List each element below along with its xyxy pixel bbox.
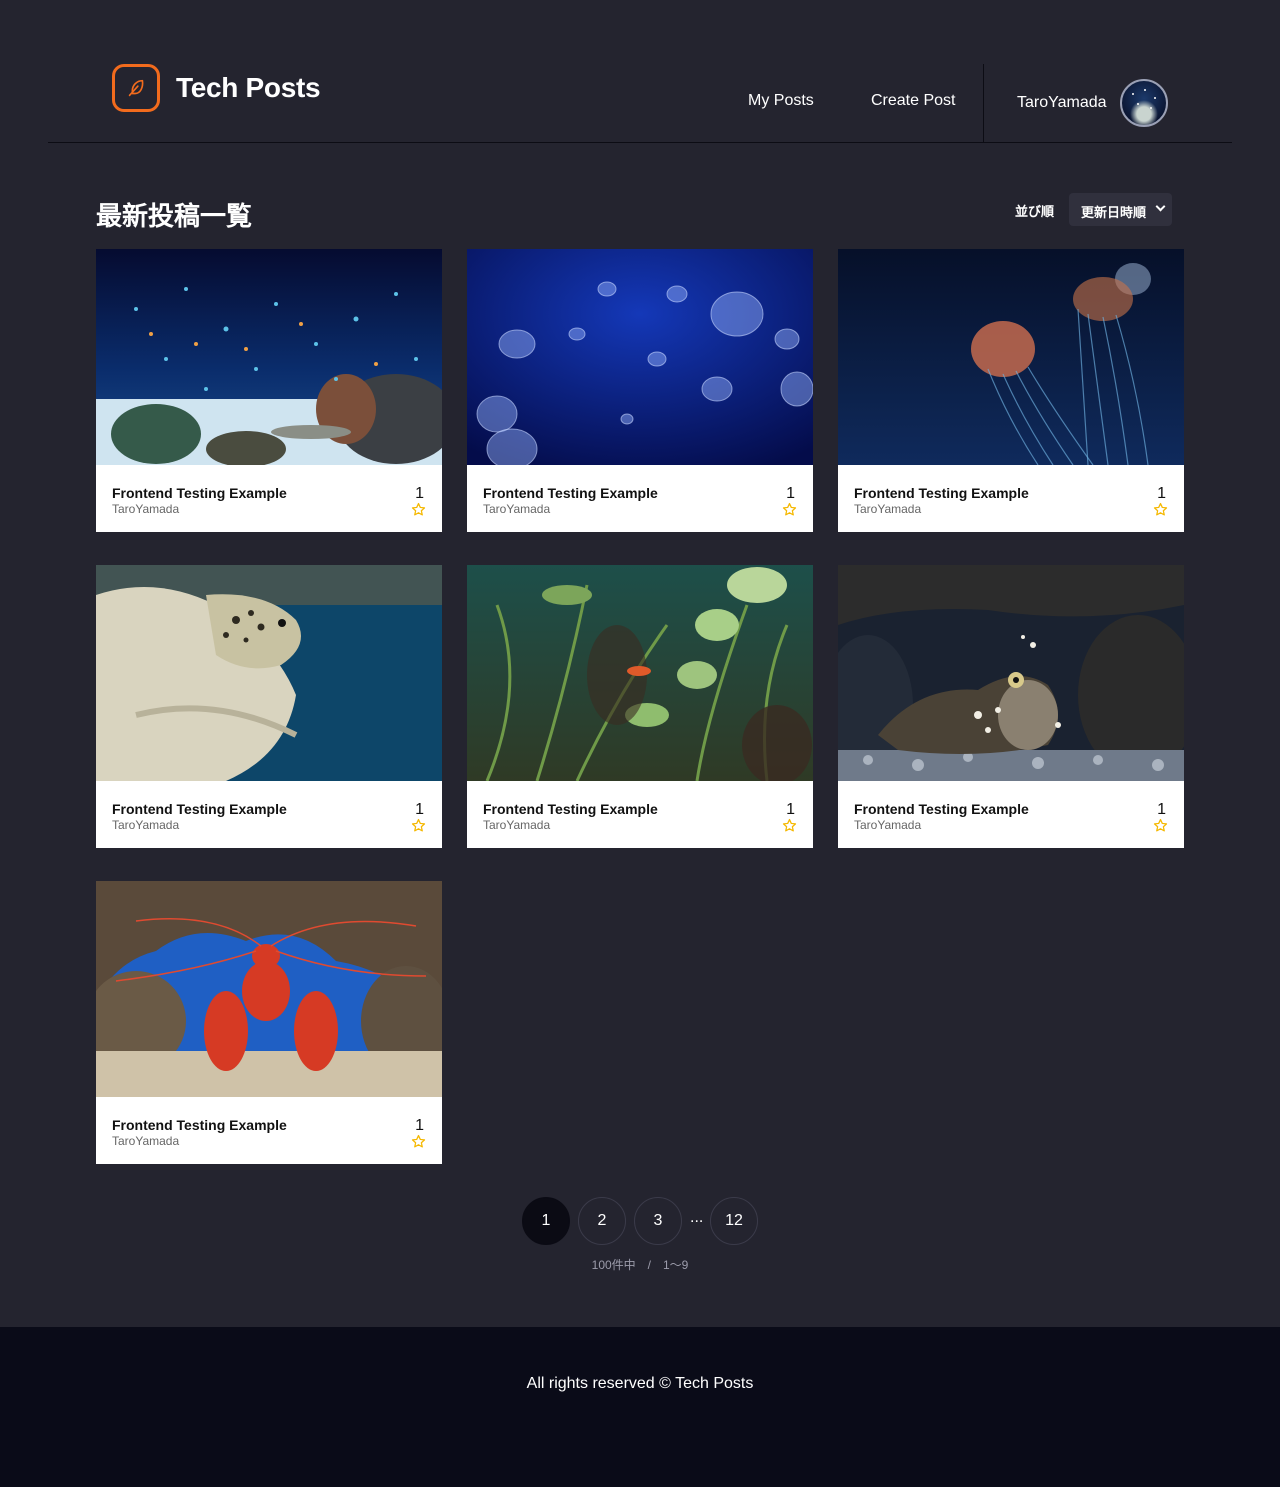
post-author: TaroYamada bbox=[483, 818, 551, 832]
like-count: 1 bbox=[415, 801, 424, 818]
site-footer: All rights reserved © Tech Posts bbox=[0, 1327, 1280, 1487]
user-name[interactable]: TaroYamada bbox=[1017, 94, 1107, 112]
like-count: 1 bbox=[786, 801, 795, 818]
post-image[interactable] bbox=[96, 249, 442, 465]
post-card[interactable]: Frontend Testing Example TaroYamada 1 bbox=[467, 565, 813, 848]
post-author: TaroYamada bbox=[483, 502, 551, 516]
post-card[interactable]: Frontend Testing Example TaroYamada 1 bbox=[96, 565, 442, 848]
post-title[interactable]: Frontend Testing Example bbox=[854, 485, 1029, 501]
post-card[interactable]: Frontend Testing Example TaroYamada 1 bbox=[96, 249, 442, 532]
avatar[interactable] bbox=[1120, 79, 1168, 127]
post-image[interactable] bbox=[467, 249, 813, 465]
post-title[interactable]: Frontend Testing Example bbox=[854, 801, 1029, 817]
nav-create-post[interactable]: Create Post bbox=[871, 92, 955, 110]
star-icon[interactable] bbox=[1153, 502, 1168, 517]
post-card[interactable]: Frontend Testing Example TaroYamada 1 bbox=[467, 249, 813, 532]
post-card[interactable]: Frontend Testing Example TaroYamada 1 bbox=[838, 249, 1184, 532]
star-icon[interactable] bbox=[411, 818, 426, 833]
sort-select[interactable]: 更新日時順 bbox=[1069, 193, 1172, 226]
post-image[interactable] bbox=[96, 565, 442, 781]
star-icon[interactable] bbox=[782, 502, 797, 517]
like-count: 1 bbox=[786, 485, 795, 502]
pagination-ellipsis: ... bbox=[690, 1209, 704, 1226]
sort-label: 並び順 bbox=[1015, 204, 1055, 219]
post-image[interactable] bbox=[96, 881, 442, 1097]
like-count: 1 bbox=[1157, 801, 1166, 818]
post-author: TaroYamada bbox=[112, 818, 180, 832]
feather-icon bbox=[128, 79, 144, 97]
nav-my-posts[interactable]: My Posts bbox=[748, 92, 814, 110]
post-card[interactable]: Frontend Testing Example TaroYamada 1 bbox=[838, 565, 1184, 848]
sort-selected-value: 更新日時順 bbox=[1081, 205, 1147, 220]
post-title[interactable]: Frontend Testing Example bbox=[112, 801, 287, 817]
post-author: TaroYamada bbox=[112, 1134, 180, 1148]
pagination: 1 2 3 ... 12 bbox=[0, 1197, 1280, 1245]
post-image[interactable] bbox=[838, 249, 1184, 465]
site-header: Tech Posts My Posts Create Post TaroYama… bbox=[48, 0, 1232, 143]
chevron-down-icon bbox=[1155, 201, 1166, 212]
page-button-12[interactable]: 12 bbox=[710, 1197, 758, 1245]
site-title[interactable]: Tech Posts bbox=[176, 72, 321, 104]
pagination-summary: 100件中 / 1〜9 bbox=[591, 1258, 689, 1272]
post-title[interactable]: Frontend Testing Example bbox=[112, 485, 287, 501]
like-count: 1 bbox=[1157, 485, 1166, 502]
like-count: 1 bbox=[415, 1117, 424, 1134]
post-title[interactable]: Frontend Testing Example bbox=[483, 485, 658, 501]
post-author: TaroYamada bbox=[854, 818, 922, 832]
nav-divider bbox=[983, 64, 984, 143]
post-title[interactable]: Frontend Testing Example bbox=[483, 801, 658, 817]
post-image[interactable] bbox=[467, 565, 813, 781]
like-count: 1 bbox=[415, 485, 424, 502]
page-button-2[interactable]: 2 bbox=[578, 1197, 626, 1245]
star-icon[interactable] bbox=[782, 818, 797, 833]
post-author: TaroYamada bbox=[854, 502, 922, 516]
page-button-3[interactable]: 3 bbox=[634, 1197, 682, 1245]
post-image[interactable] bbox=[838, 565, 1184, 781]
post-card[interactable]: Frontend Testing Example TaroYamada 1 bbox=[96, 881, 442, 1164]
page-title: 最新投稿一覧 bbox=[96, 201, 253, 231]
star-icon[interactable] bbox=[411, 1134, 426, 1149]
footer-copyright: All rights reserved © Tech Posts bbox=[526, 1375, 754, 1392]
logo[interactable] bbox=[112, 64, 160, 112]
page-button-1[interactable]: 1 bbox=[522, 1197, 570, 1245]
post-title[interactable]: Frontend Testing Example bbox=[112, 1117, 287, 1133]
post-author: TaroYamada bbox=[112, 502, 180, 516]
star-icon[interactable] bbox=[411, 502, 426, 517]
star-icon[interactable] bbox=[1153, 818, 1168, 833]
